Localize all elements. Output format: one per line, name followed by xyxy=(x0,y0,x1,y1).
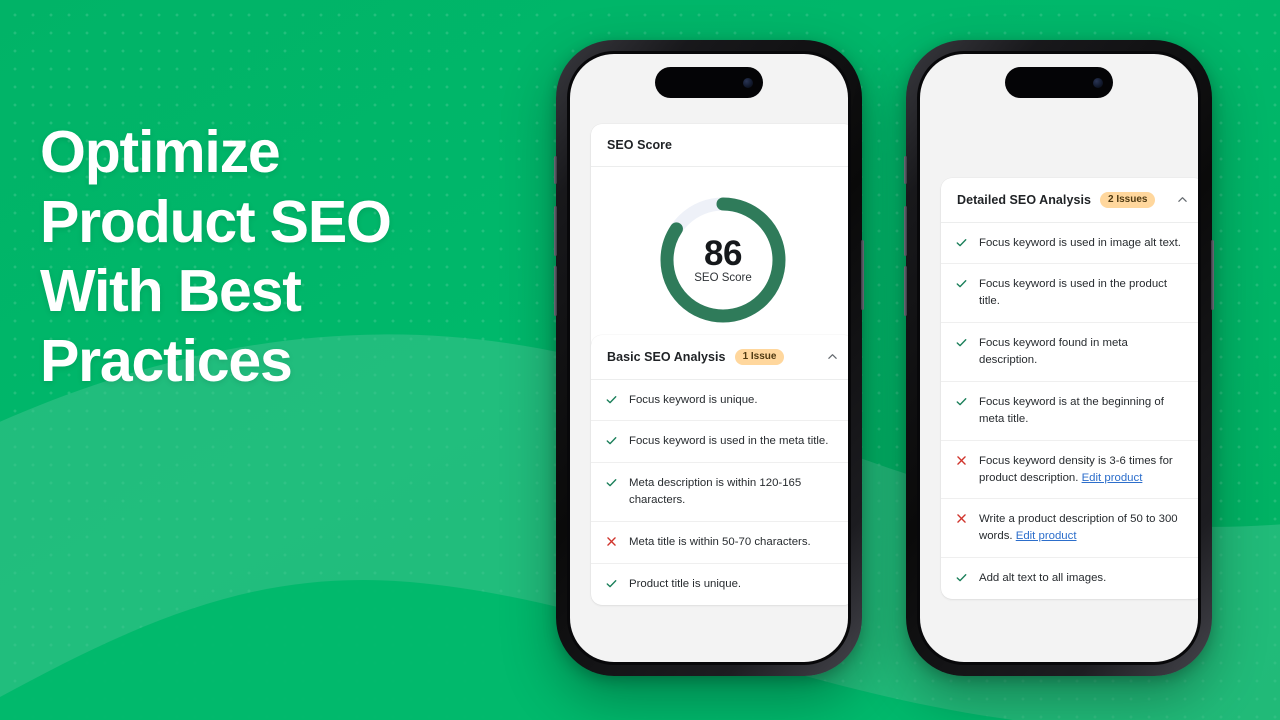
seo-check-row: Focus keyword is used in the product tit… xyxy=(941,264,1198,324)
edit-product-link[interactable]: Edit product xyxy=(1082,472,1143,484)
seo-check-row: Focus keyword is used in the meta title. xyxy=(591,421,848,464)
seo-check-row: Product title is unique. xyxy=(591,564,848,605)
phone-two-silent-switch xyxy=(904,156,907,184)
detailed-seo-card-header[interactable]: Detailed SEO Analysis 2 Issues xyxy=(941,178,1198,223)
check-icon xyxy=(605,393,618,406)
seo-check-row: Focus keyword is unique. xyxy=(591,380,848,422)
seo-check-row: Focus keyword is at the beginning of met… xyxy=(941,382,1198,441)
seo-check-row: Write a product description of 50 to 300… xyxy=(941,499,1198,559)
phone-one-silent-switch xyxy=(554,156,557,184)
detailed-seo-analysis-card: Detailed SEO Analysis 2 Issues Focus key… xyxy=(941,178,1198,599)
seo-check-row: Add alt text to all images. xyxy=(941,558,1198,599)
score-center-text: 86 SEO Score xyxy=(656,193,790,327)
seo-check-text: Product title is unique. xyxy=(629,577,742,590)
seo-check-text: Focus keyword density is 3-6 times for p… xyxy=(979,454,1173,484)
phone-two-power-button xyxy=(1211,240,1214,310)
phone-two-bezel: Detailed SEO Analysis 2 Issues Focus key… xyxy=(917,51,1201,665)
page-headline: Optimize Product SEO With Best Practices xyxy=(40,119,392,394)
check-icon xyxy=(955,236,968,249)
chevron-up-icon[interactable] xyxy=(1176,193,1189,206)
phone-one-power-button xyxy=(861,240,864,310)
seo-check-text: Meta description is within 120-165 chara… xyxy=(629,477,802,507)
seo-check-text: Write a product description of 50 to 300… xyxy=(979,513,1178,543)
phone-mockup-two: Detailed SEO Analysis 2 Issues Focus key… xyxy=(904,40,1214,676)
score-value: 86 xyxy=(704,233,742,273)
check-icon xyxy=(605,434,618,447)
seo-check-text: Focus keyword is used in image alt text. xyxy=(979,236,1181,249)
edit-product-link[interactable]: Edit product xyxy=(1016,530,1077,542)
detailed-seo-issue-badge: 2 Issues xyxy=(1099,192,1156,208)
front-camera-icon xyxy=(1093,77,1103,88)
basic-seo-card-title: Basic SEO Analysis xyxy=(607,349,726,364)
check-icon xyxy=(955,395,968,408)
cross-icon xyxy=(955,454,968,467)
seo-check-text: Focus keyword is unique. xyxy=(629,393,758,406)
phone-two-volume-down xyxy=(904,266,907,316)
phone-one-volume-up xyxy=(554,206,557,256)
seo-score-card: SEO Score 86 SEO Score xyxy=(591,124,848,352)
seo-check-text: Focus keyword is used in the product tit… xyxy=(979,278,1168,308)
detailed-seo-card-title: Detailed SEO Analysis xyxy=(957,192,1091,207)
score-caption: SEO Score xyxy=(694,271,752,284)
check-icon xyxy=(605,577,618,590)
seo-score-card-header: SEO Score xyxy=(591,124,848,167)
seo-check-row: Meta description is within 120-165 chara… xyxy=(591,463,848,522)
seo-check-text: Focus keyword is at the beginning of met… xyxy=(979,395,1164,425)
seo-check-text: Focus keyword is used in the meta title. xyxy=(629,435,829,448)
phone-one-screen: SEO Score 86 SEO Score Basic SEO Analysi… xyxy=(570,54,848,662)
chevron-up-icon[interactable] xyxy=(826,350,839,363)
phone-two-volume-up xyxy=(904,206,907,256)
check-icon xyxy=(955,277,968,290)
basic-seo-card-header[interactable]: Basic SEO Analysis 1 Issue xyxy=(591,335,848,380)
seo-check-row: Focus keyword density is 3-6 times for p… xyxy=(941,441,1198,500)
phone-two-screen: Detailed SEO Analysis 2 Issues Focus key… xyxy=(920,54,1198,662)
front-camera-icon xyxy=(743,77,753,88)
cross-icon xyxy=(955,512,968,525)
cross-icon xyxy=(605,535,618,548)
basic-seo-analysis-card: Basic SEO Analysis 1 Issue Focus keyword… xyxy=(591,335,848,605)
detailed-seo-item-list: Focus keyword is used in image alt text.… xyxy=(941,223,1198,600)
seo-check-text: Focus keyword found in meta description. xyxy=(979,337,1128,366)
seo-check-row: Meta title is within 50-70 characters. xyxy=(591,522,848,564)
dynamic-island xyxy=(655,67,763,98)
seo-check-row: Focus keyword found in meta description. xyxy=(941,323,1198,382)
seo-check-text: Add alt text to all images. xyxy=(979,572,1107,585)
seo-check-text: Meta title is within 50-70 characters. xyxy=(629,536,811,548)
check-icon xyxy=(955,336,968,349)
dynamic-island xyxy=(1005,67,1113,98)
seo-score-body: 86 SEO Score xyxy=(591,167,848,352)
phone-one-volume-down xyxy=(554,266,557,316)
seo-score-card-title: SEO Score xyxy=(607,138,673,152)
score-donut-chart: 86 SEO Score xyxy=(656,193,790,327)
seo-check-row: Focus keyword is used in image alt text. xyxy=(941,223,1198,265)
phone-mockup-one: SEO Score 86 SEO Score Basic SEO Analysi… xyxy=(554,40,864,676)
phone-one-bezel: SEO Score 86 SEO Score Basic SEO Analysi… xyxy=(567,51,851,665)
check-icon xyxy=(955,571,968,584)
check-icon xyxy=(605,476,618,489)
basic-seo-item-list: Focus keyword is unique. Focus keyword is… xyxy=(591,380,848,605)
basic-seo-issue-badge: 1 Issue xyxy=(734,349,785,365)
